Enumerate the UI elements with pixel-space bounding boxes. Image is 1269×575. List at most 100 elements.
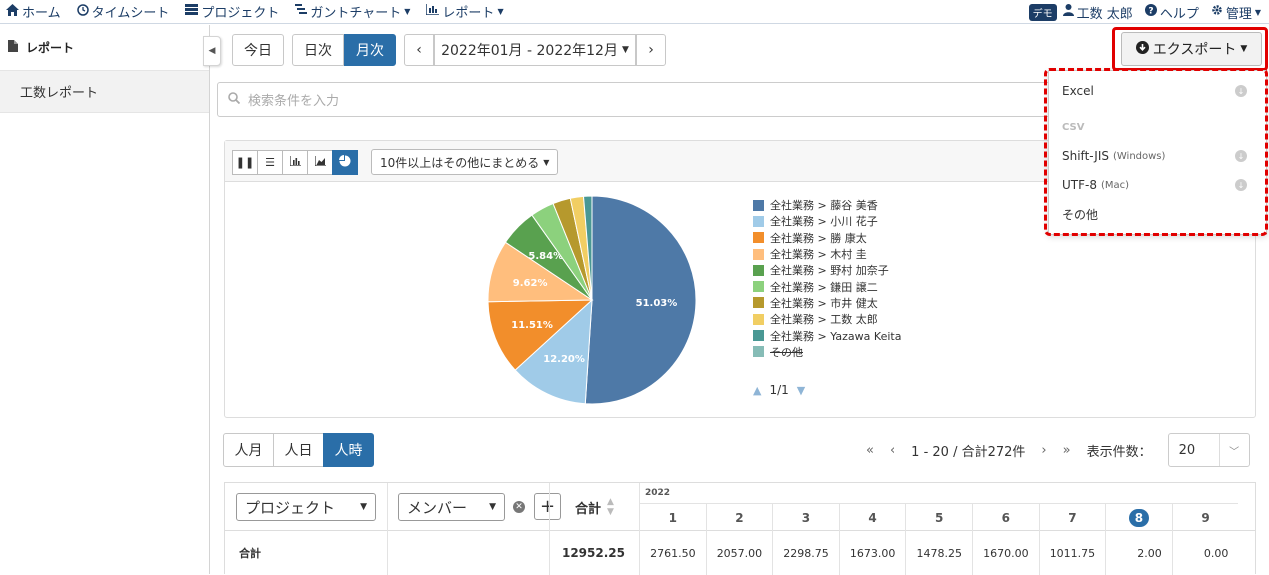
month-header: 7	[1038, 503, 1106, 531]
next-period-button[interactable]: ›	[636, 34, 666, 66]
legend-item[interactable]: 全社業務 > 市井 健太	[753, 295, 901, 311]
nav-report[interactable]: レポート ▼	[425, 2, 504, 21]
first-page-icon[interactable]: «	[866, 443, 874, 458]
sidebar-header: レポート	[0, 25, 209, 71]
area-chart-icon	[313, 156, 326, 169]
view-area-button[interactable]	[307, 150, 333, 175]
project-icon	[185, 4, 199, 19]
prev-period-button[interactable]: ‹	[404, 34, 434, 66]
svg-text:?: ?	[1148, 7, 1153, 17]
today-label: 今日	[244, 43, 272, 59]
unit-man-hour-button[interactable]: 人時	[323, 433, 374, 467]
daily-button[interactable]: 日次	[292, 34, 344, 66]
legend-item[interactable]: 全社業務 > 野村 加奈子	[753, 262, 901, 278]
nav-home[interactable]: ホーム	[6, 2, 61, 21]
unit-label: 人時	[334, 443, 363, 459]
chevron-down-icon: ﹀	[1218, 434, 1249, 466]
month-header: 2	[705, 503, 773, 531]
unit-label: 人日	[284, 443, 313, 459]
admin-menu[interactable]: 管理 ▼	[1211, 3, 1261, 22]
legend-item[interactable]: 全社業務 > 工数 太郎	[753, 311, 901, 327]
document-icon	[8, 40, 18, 55]
legend-label: 全社業務 > Yazawa Keita	[770, 329, 902, 343]
highlight-box	[1112, 27, 1268, 71]
search-input[interactable]: 検索条件を入力	[217, 82, 1057, 117]
home-icon	[6, 3, 19, 20]
view-pause-button[interactable]: ❚❚	[232, 150, 258, 175]
demo-badge: デモ	[1028, 3, 1057, 21]
month-header: 9	[1171, 503, 1239, 531]
help-icon: ?	[1144, 4, 1157, 20]
unit-man-day-button[interactable]: 人日	[273, 433, 324, 467]
legend-swatch	[753, 215, 764, 227]
chart-legend: 全社業務 > 藤谷 美香 全社業務 > 小川 花子 全社業務 > 勝 康太 全社業務 …	[753, 197, 901, 360]
legend-item[interactable]: 全社業務 > 木村 圭	[753, 246, 901, 262]
monthly-button[interactable]: 月次	[344, 34, 396, 66]
nav-report-label: レポート	[442, 6, 495, 21]
gantt-icon	[295, 4, 308, 19]
nav-project[interactable]: プロジェクト	[185, 2, 279, 21]
view-bar-button[interactable]	[282, 150, 308, 175]
legend-item[interactable]: 全社業務 > Yazawa Keita	[753, 327, 901, 343]
legend-swatch	[753, 281, 764, 293]
triangle-down-icon[interactable]: ▼	[797, 384, 805, 397]
help-link[interactable]: ? ヘルプ	[1144, 3, 1199, 22]
monthly-label: 月次	[356, 43, 384, 59]
month-label: 6	[1001, 510, 1010, 525]
table-row: 合計 12952.25 2761.50 2057.00 2298.75 1673.00…	[225, 531, 1255, 575]
add-column-button[interactable]: +	[534, 493, 561, 520]
legend-item[interactable]: 全社業務 > 小川 花子	[753, 213, 901, 229]
member-select-label: メンバー	[407, 498, 468, 517]
prev-page-icon[interactable]: ‹	[890, 443, 895, 458]
total-column-header[interactable]: 合計 ▲ ▼	[575, 497, 614, 517]
chevron-down-icon: ▼	[497, 7, 504, 16]
legend-item[interactable]: 全社業務 > 藤谷 美香	[753, 197, 901, 213]
top-navbar: ホーム タイムシート プロジェクト ガントチャート ▼ レポート ▼ デモ 工数…	[0, 0, 1269, 24]
month-label: 9	[1201, 510, 1210, 525]
month-label: 8	[1128, 508, 1149, 527]
per-page-select[interactable]: 20 ﹀	[1167, 433, 1250, 467]
month-label: 2	[735, 510, 744, 525]
month-label: 1	[668, 510, 677, 525]
nav-gantt-label: ガントチャート	[310, 6, 402, 21]
clock-icon	[76, 3, 89, 20]
view-list-button[interactable]: ☰	[257, 150, 283, 175]
project-select[interactable]: プロジェクト ▼	[236, 493, 376, 521]
sidebar-title: レポート	[26, 41, 75, 55]
group-option-select[interactable]: 10件以上はその他にまとめる ▼	[371, 149, 559, 175]
month-header: 6	[972, 503, 1039, 531]
chevron-left-icon: ◀	[208, 46, 216, 56]
month-label: 3	[801, 510, 811, 525]
unit-man-month-button[interactable]: 人月	[223, 433, 274, 467]
nav-gantt[interactable]: ガントチャート ▼	[295, 2, 410, 21]
report-table: プロジェクト ▼ メンバー ▼ ✕ + 合計 ▲ ▼ 2022 1 2 3 4 5 6 7 8 9…	[224, 482, 1256, 575]
sidebar-item-work-report[interactable]: 工数レポート	[0, 71, 209, 113]
clear-icon[interactable]: ✕	[513, 501, 525, 513]
month-value: 2761.50	[639, 531, 696, 575]
member-select[interactable]: メンバー ▼	[398, 493, 505, 521]
legend-item[interactable]: 全社業務 > 勝 康太	[753, 230, 901, 246]
user-name: 工数 太郎	[1076, 6, 1133, 22]
month-value: 2298.75	[772, 531, 829, 575]
month-header: 1	[639, 503, 706, 531]
period-select[interactable]: 2022年01月 - 2022年12月 ▼	[434, 34, 636, 66]
legend-item[interactable]: 全社業務 > 鎌田 譲二	[753, 278, 901, 294]
today-button[interactable]: 今日	[232, 34, 284, 66]
next-page-icon[interactable]: ›	[1041, 443, 1046, 458]
nav-timesheet[interactable]: タイムシート	[76, 2, 169, 21]
sidebar-collapse-button[interactable]: ◀	[203, 36, 221, 66]
row-total: 12952.25	[561, 546, 625, 560]
legend-label: 全社業務 > 工数 太郎	[770, 313, 878, 327]
triangle-up-icon[interactable]: ▲	[753, 384, 761, 397]
nav-home-label: ホーム	[22, 6, 61, 21]
legend-swatch	[753, 313, 764, 325]
legend-swatch	[753, 264, 764, 276]
month-label: 5	[935, 510, 944, 525]
user-menu[interactable]: デモ 工数 太郎	[1028, 3, 1133, 22]
legend-label: 全社業務 > 野村 加奈子	[770, 264, 889, 278]
last-page-icon[interactable]: »	[1063, 443, 1071, 458]
view-pie-button[interactable]	[332, 150, 358, 175]
legend-page-label: 1/1	[769, 383, 789, 397]
bar-chart-icon	[425, 4, 440, 19]
legend-item[interactable]: その他	[753, 344, 901, 360]
